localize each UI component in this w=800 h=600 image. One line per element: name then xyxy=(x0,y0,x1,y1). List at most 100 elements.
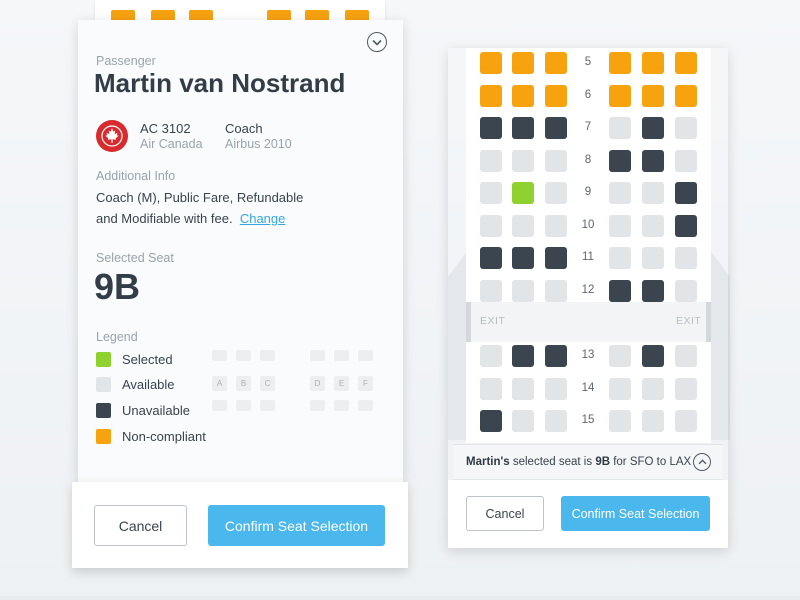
row-number: 6 xyxy=(584,88,592,101)
seat-5E[interactable] xyxy=(642,52,664,74)
row-number: 11 xyxy=(582,251,594,263)
seat-12F[interactable] xyxy=(675,279,697,302)
seat-15C[interactable] xyxy=(545,410,567,432)
cancel-button[interactable]: Cancel xyxy=(94,505,187,546)
cabin-class: Coach xyxy=(225,121,263,136)
seat-6F[interactable] xyxy=(675,84,697,107)
mini-column-label: E xyxy=(334,376,349,391)
seat-15F[interactable] xyxy=(675,410,697,432)
selected-seat-value: 9B xyxy=(94,266,141,307)
seat-14F[interactable] xyxy=(675,377,697,400)
mini-column-label: C xyxy=(260,376,275,391)
confirm-seat-selection-button[interactable]: Confirm Seat Selection xyxy=(208,505,385,546)
legend-item-available: Available xyxy=(96,377,175,393)
seat-9B[interactable] xyxy=(512,182,534,204)
row-number: 15 xyxy=(581,414,595,426)
mini-seat xyxy=(358,400,373,411)
seat-10C[interactable] xyxy=(545,214,567,237)
seat-6E[interactable] xyxy=(642,84,664,107)
seat-5F[interactable] xyxy=(675,52,697,74)
seat-7F[interactable] xyxy=(675,117,697,139)
exit-door-right xyxy=(706,302,711,342)
legend-item-label: Available xyxy=(122,377,175,393)
exit-door-left xyxy=(466,302,471,342)
chevron-up-circle-icon[interactable] xyxy=(693,453,711,471)
seat-5D[interactable] xyxy=(609,52,631,74)
cancel-button[interactable]: Cancel xyxy=(466,496,544,531)
summary-middle: selected seat is xyxy=(512,456,593,468)
confirm-seat-selection-button[interactable]: Confirm Seat Selection xyxy=(561,496,710,531)
seat-6B[interactable] xyxy=(512,84,534,107)
seat-8C[interactable] xyxy=(545,149,567,172)
seat-7D[interactable] xyxy=(609,117,631,139)
chevron-down-circle-icon[interactable] xyxy=(367,32,387,52)
row-number: 10 xyxy=(581,218,595,231)
seat-14C[interactable] xyxy=(545,377,567,400)
seat-10B[interactable] xyxy=(512,214,534,237)
summary-seat: 9B xyxy=(595,456,611,468)
seat-15E[interactable] xyxy=(642,410,664,432)
seat-8F[interactable] xyxy=(675,149,697,172)
seat-14E[interactable] xyxy=(642,377,664,400)
seat-14D[interactable] xyxy=(609,377,631,400)
seat-15A xyxy=(480,410,502,432)
seat-11A xyxy=(480,247,502,269)
legend-item-label: Non-compliant xyxy=(122,428,206,444)
seat-12C[interactable] xyxy=(545,279,567,302)
seat-5B[interactable] xyxy=(512,52,534,74)
seat-13F[interactable] xyxy=(675,345,697,367)
seat-14B[interactable] xyxy=(512,377,534,400)
mini-column-label: A xyxy=(212,376,227,391)
seat-7C xyxy=(545,117,567,139)
change-link[interactable]: Change xyxy=(240,211,286,226)
legend-item-unavailable: Unavailable xyxy=(96,402,190,418)
seat-5C[interactable] xyxy=(545,52,567,74)
seat-14A[interactable] xyxy=(480,377,502,400)
flight-number: AC 3102 xyxy=(140,121,191,136)
row-number: 13 xyxy=(581,349,595,361)
seat-6C[interactable] xyxy=(545,84,567,107)
seat-11D[interactable] xyxy=(609,247,631,269)
seat-13A[interactable] xyxy=(480,345,502,367)
legend-item-label: Unavailable xyxy=(122,402,190,418)
seat-10E[interactable] xyxy=(642,214,664,237)
summary-route: for SFO to LAX xyxy=(613,456,692,468)
aircraft-type: Airbus 2010 xyxy=(225,137,292,151)
row-number: 14 xyxy=(581,381,595,394)
row-number: 12 xyxy=(581,283,595,296)
seat-5A[interactable] xyxy=(480,52,502,74)
seat-6D[interactable] xyxy=(609,84,631,107)
seat-9D[interactable] xyxy=(609,182,631,204)
seat-8A[interactable] xyxy=(480,149,502,172)
seat-10F xyxy=(675,214,697,237)
seat-15B[interactable] xyxy=(512,410,534,432)
seat-11F[interactable] xyxy=(675,247,697,269)
seat-12A[interactable] xyxy=(480,279,502,302)
seat-12B[interactable] xyxy=(512,279,534,302)
seat-7E xyxy=(642,117,664,139)
legend-label: Legend xyxy=(96,330,138,344)
seat-11C xyxy=(545,247,567,269)
additional-info-label: Additional Info xyxy=(96,169,176,183)
seat-9A[interactable] xyxy=(480,182,502,204)
seat-7A xyxy=(480,117,502,139)
seat-9E[interactable] xyxy=(642,182,664,204)
seat-6A[interactable] xyxy=(480,84,502,107)
passenger-label: Passenger xyxy=(96,54,156,68)
mini-column-label: D xyxy=(310,376,325,391)
legend-swatch xyxy=(96,351,111,367)
seat-9C[interactable] xyxy=(545,182,567,204)
seat-8B[interactable] xyxy=(512,149,534,172)
additional-info-text: Coach (M), Public Fare, Refundable and M… xyxy=(96,187,326,229)
mini-seat xyxy=(260,350,275,361)
mini-seat-map: ABC DEF xyxy=(212,350,382,411)
seat-map: 5 6 7 8 9 10 11 12 13 14 15 xyxy=(466,48,711,443)
selection-summary-text: Martin's selected seat is 9B for SFO to … xyxy=(466,456,691,468)
seat-11E[interactable] xyxy=(642,247,664,269)
seat-13D[interactable] xyxy=(609,345,631,367)
seat-13C xyxy=(545,345,567,367)
seat-10A[interactable] xyxy=(480,214,502,237)
mini-seat xyxy=(212,350,227,361)
seat-10D[interactable] xyxy=(609,214,631,237)
seat-15D[interactable] xyxy=(609,410,631,432)
